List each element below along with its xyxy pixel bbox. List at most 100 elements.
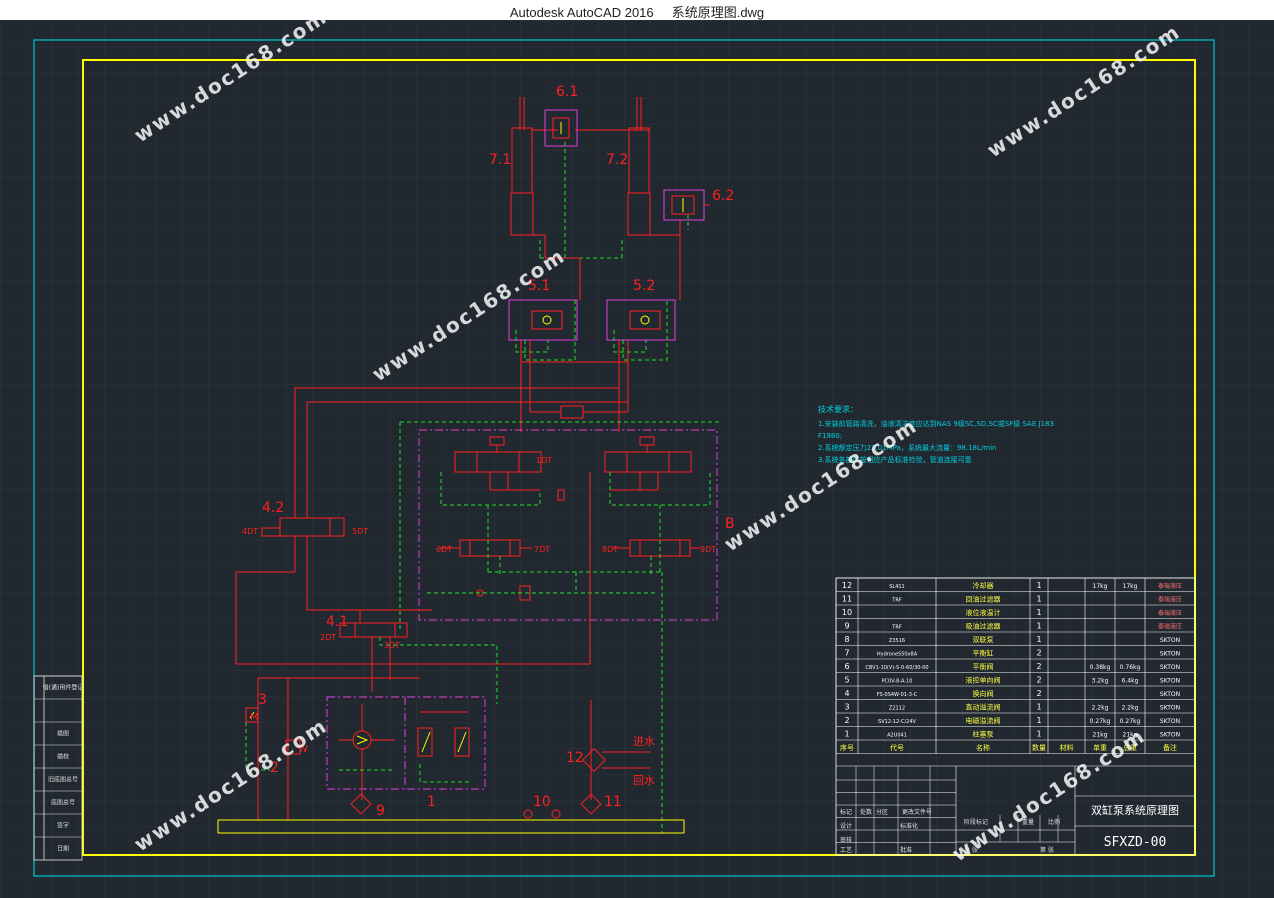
window-title-bar: Autodesk AutoCAD 2016 系统原理图.dwg <box>0 0 1274 20</box>
label-motor-m: M <box>250 712 259 723</box>
bom-cell: 1 <box>1036 635 1041 644</box>
bom-cell: 21kg <box>1093 732 1108 739</box>
tb-count: 处数 <box>860 808 872 816</box>
label-part-3: 3 <box>258 692 267 708</box>
left-table-cell: 签字 <box>57 822 69 830</box>
bom-cell: 回油过滤器 <box>966 595 1001 604</box>
label-part-10: 10 <box>533 794 551 810</box>
label-part-1: 1 <box>427 794 436 810</box>
bom-cell: 泰瑞液压 <box>1158 623 1182 631</box>
bom-cell: 5 <box>844 676 849 685</box>
tb-process: 工艺 <box>840 846 852 854</box>
label-1dt: 1DT <box>536 456 552 465</box>
bom-cell: FS-0S4W-01-3-C <box>877 692 918 698</box>
bom-cell: SKTON <box>1160 718 1180 725</box>
bom-cell: A2U041 <box>887 733 907 739</box>
bom-cell: SKTON <box>1160 637 1180 644</box>
bom-cell: 0.38kg <box>1090 664 1111 671</box>
bom-cell: 10 <box>842 608 852 617</box>
bom-cell: 0.27kg <box>1120 718 1141 725</box>
bom-cell: SKTON <box>1160 691 1180 698</box>
tech-line-3: 2.系统额定压力23.01MPa，系统最大流量：98.18L/min <box>818 443 996 452</box>
label-valve-5-2: 5.2 <box>633 278 655 294</box>
drawing-code: SFXZD-00 <box>1104 835 1167 850</box>
label-part-11: 11 <box>604 794 622 810</box>
bom-header-cell: 名称 <box>976 743 990 752</box>
bom-cell: 0.76kg <box>1120 664 1141 671</box>
label-valve-4-1: 4.1 <box>326 614 348 630</box>
left-table-cell: 底图总号 <box>51 799 75 807</box>
bom-cell: 9 <box>844 622 849 631</box>
bom-cell: 1 <box>1036 608 1041 617</box>
label-cylinder-7-2: 7.2 <box>606 152 628 168</box>
bom-cell: 1 <box>1036 595 1041 604</box>
bom-header-cell: 数量 <box>1032 743 1046 752</box>
bom-header-cell: 序号 <box>840 743 854 752</box>
label-water-in: 进水 <box>633 735 655 748</box>
label-4dt: 4DT <box>242 527 258 536</box>
bom-cell: SKTON <box>1160 732 1180 739</box>
left-table-cell: 日期 <box>57 845 69 853</box>
bom-cell: 8 <box>844 635 849 644</box>
label-valve-6-1: 6.1 <box>556 84 578 100</box>
bom-cell: TRF <box>891 625 902 631</box>
window-title: Autodesk AutoCAD 2016 系统原理图.dwg <box>509 5 765 20</box>
bom-cell: 泰瑞液压 <box>1158 596 1182 604</box>
bom-cell: 泰瑞液压 <box>1158 582 1182 590</box>
bom-cell: 17kg <box>1093 583 1108 590</box>
bom-cell: Z3516 <box>889 638 905 644</box>
bom-cell: 6 <box>844 662 849 671</box>
label-valve-6-2: 6.2 <box>712 188 734 204</box>
bom-cell: 柱塞泵 <box>973 730 994 739</box>
tb-scale: 比例 <box>1048 818 1060 826</box>
drawing-name: 双缸泵系统原理图 <box>1091 803 1179 817</box>
cad-drawing-canvas[interactable]: 6.1 6.2 7.1 7.2 5.1 5.2 4.2 4.1 3 2 12 1… <box>0 20 1274 898</box>
label-2dt: 2DT <box>320 633 336 642</box>
bom-cell: 3 <box>844 703 849 712</box>
bom-cell: 7 <box>844 649 849 658</box>
tb-standard: 标准化 <box>900 822 918 830</box>
bom-cell: 液控单向阀 <box>966 676 1001 685</box>
label-5dt: 5DT <box>352 527 368 536</box>
tech-line-1: 1.安装前管路清洗，油液清洁度应达到NAS 9级SC,SD,SC或SF级 SAE… <box>818 419 1054 428</box>
tb-sheet: 第 张 <box>1040 846 1054 854</box>
bom-header-cell: 代号 <box>890 743 904 752</box>
bom-cell: 2 <box>1036 662 1041 671</box>
bom-cell: 1 <box>1036 581 1041 590</box>
bom-cell: 2.2kg <box>1092 705 1109 712</box>
label-cylinder-7-1: 7.1 <box>489 152 511 168</box>
label-part-9: 9 <box>376 803 385 819</box>
bom-cell: PC0V-8-A-10 <box>882 679 913 685</box>
bom-cell: SV12-12-C/24V <box>878 719 916 725</box>
bom-cell: 换向阀 <box>973 689 994 698</box>
tb-change-doc: 更改文件号 <box>902 808 932 816</box>
label-3dt: 3DT <box>384 641 400 650</box>
bom-cell: TRF <box>891 598 902 604</box>
bom-cell: 1 <box>1036 703 1041 712</box>
bom-cell: SKTON <box>1160 651 1180 658</box>
tb-mark: 标记 <box>840 808 852 816</box>
bom-cell: SKTON <box>1160 664 1180 671</box>
bom-cell: 1 <box>1036 716 1041 725</box>
tech-title: 技术要求： <box>818 404 858 414</box>
bom-cell: 1 <box>1036 622 1041 631</box>
bom-cell: 电磁溢流阀 <box>966 716 1001 725</box>
bom-cell: 2.2kg <box>1122 705 1139 712</box>
tb-review: 审核 <box>840 836 852 844</box>
bom-cell: 直动溢流阀 <box>966 703 1001 712</box>
bom-cell: 冷却器 <box>973 581 994 590</box>
tb-zone: 分区 <box>876 808 888 816</box>
bom-cell: Z2112 <box>889 706 905 712</box>
bom-cell: 12 <box>842 581 852 590</box>
bom-cell: 吸油过滤器 <box>966 622 1001 631</box>
left-table-cell: 借(通)用件登记 <box>43 684 84 692</box>
bom-cell: 2 <box>844 716 849 725</box>
left-table-cell: 描图 <box>57 730 69 738</box>
left-table-cell: 旧底图总号 <box>48 776 78 784</box>
bom-cell: 17kg <box>1123 583 1138 590</box>
label-7dt: 7DT <box>534 545 550 554</box>
bom-cell: 11 <box>842 595 852 604</box>
tech-line-2: F1980; <box>818 432 842 440</box>
bom-cell: 6.4kg <box>1122 678 1139 685</box>
bom-cell: 4 <box>844 689 849 698</box>
